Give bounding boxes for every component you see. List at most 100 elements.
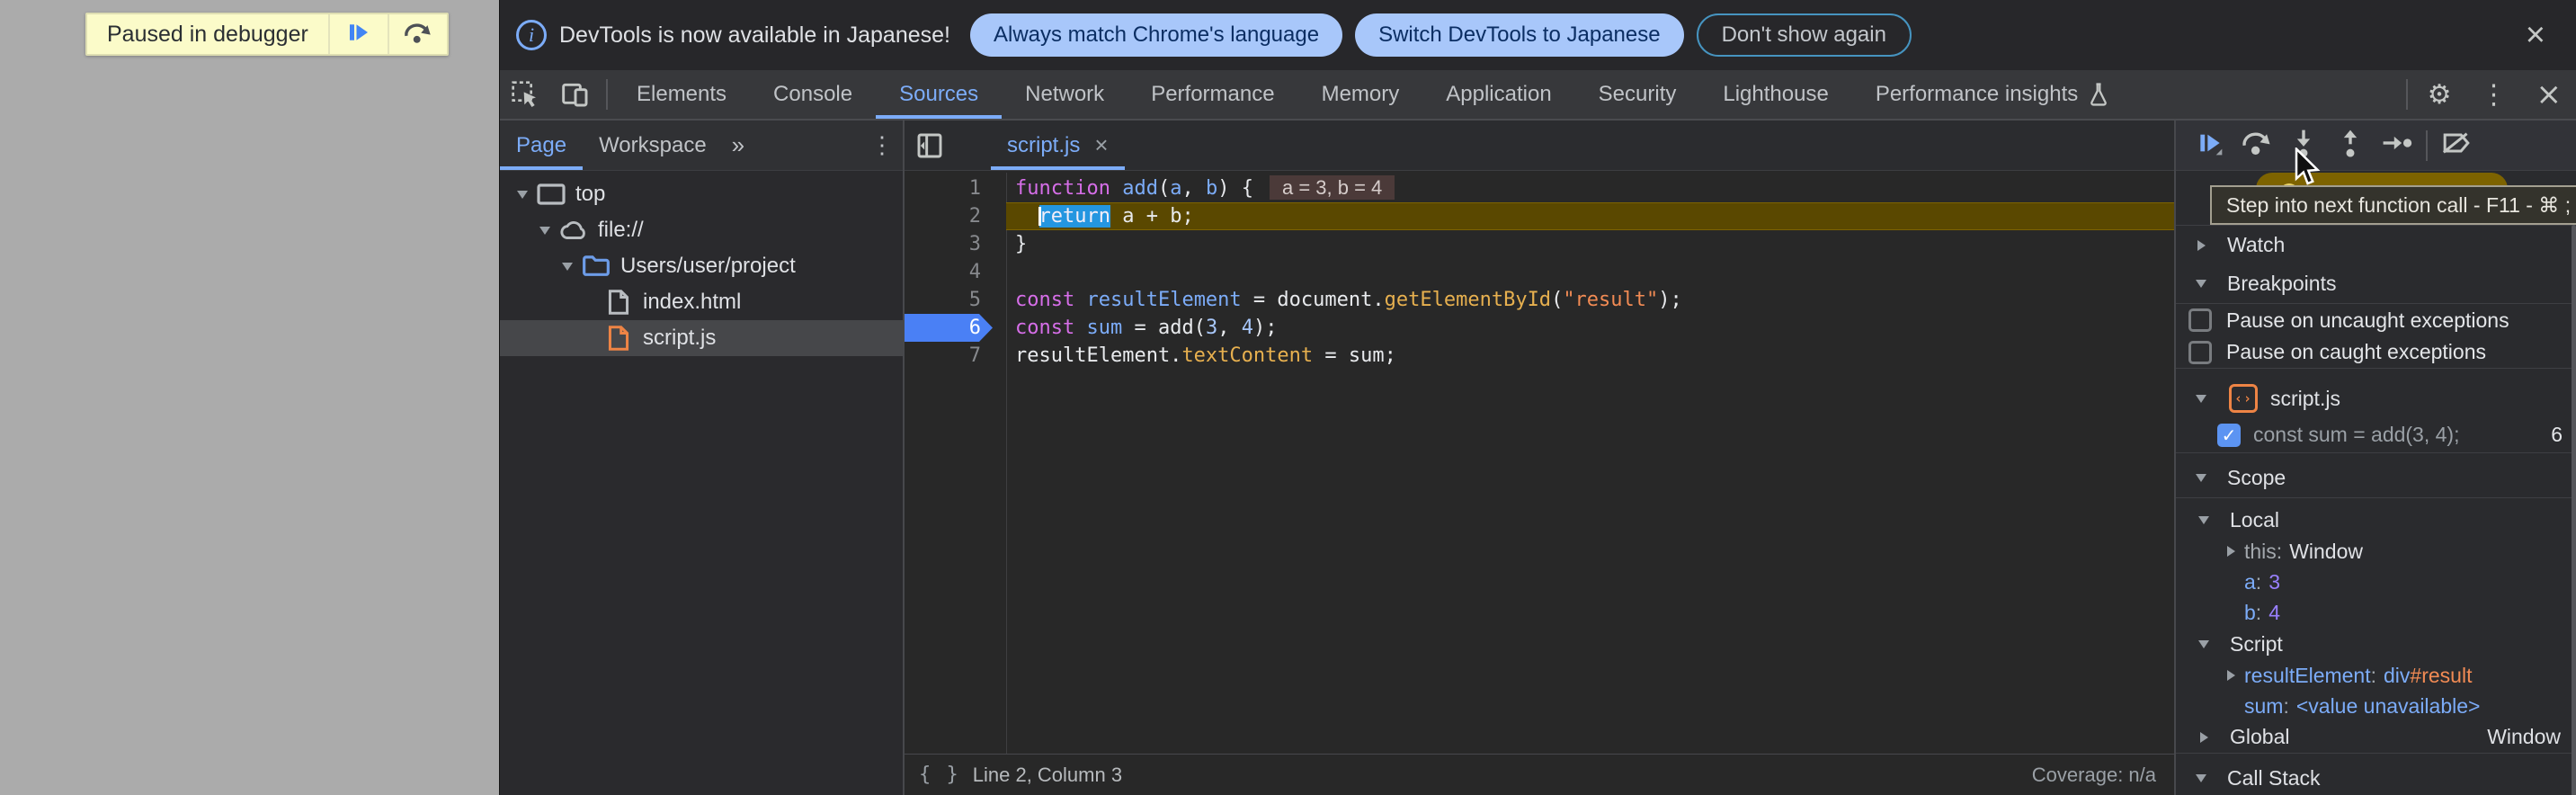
pretty-print-icon[interactable]: { } — [919, 764, 960, 786]
code-line-3[interactable]: 3} — [905, 230, 2174, 258]
always-match-language-button[interactable]: Always match Chrome's language — [970, 13, 1342, 57]
step-over-button[interactable] — [388, 14, 447, 54]
step-over-button[interactable] — [2233, 124, 2280, 167]
checkbox-row-pause-on-uncaught-exceptions[interactable]: Pause on uncaught exceptions — [2176, 304, 2576, 336]
tab-performance[interactable]: Performance — [1128, 70, 1297, 119]
code-editor[interactable]: 1function add(a, b) {a = 3, b = 42 retur… — [905, 173, 2174, 754]
code-text: resultElement.textContent = sum; — [1006, 342, 2174, 370]
tab-sources[interactable]: Sources — [876, 70, 1002, 119]
code-line-4[interactable]: 4 — [905, 258, 2174, 286]
step-into-tooltip: Step into next function call - F11 - ⌘ ; — [2210, 185, 2576, 225]
code-line-6[interactable]: 6const sum = add(3, 4); — [905, 314, 2174, 342]
resume-script-button[interactable] — [328, 14, 388, 54]
code-text: } — [1006, 230, 2174, 258]
section-scope[interactable]: Scope — [2176, 459, 2576, 498]
section-call-stack[interactable]: Call Stack — [2176, 758, 2576, 795]
scope-var-resultElement[interactable]: resultElement:div#result — [2176, 660, 2576, 691]
toggle-navigator-icon[interactable] — [905, 122, 955, 169]
tree-item-file-[interactable]: file:// — [500, 212, 903, 248]
scope-group-arrow[interactable] — [2190, 732, 2217, 743]
tab-workspace[interactable]: Workspace — [583, 121, 723, 170]
expand-arrow[interactable] — [533, 227, 557, 235]
step-button[interactable] — [2374, 124, 2420, 167]
resume-button[interactable] — [2187, 124, 2233, 167]
tab-elements[interactable]: Elements — [613, 70, 750, 119]
tab-lighthouse[interactable]: Lighthouse — [1699, 70, 1851, 119]
line-number[interactable]: 2 — [905, 202, 1006, 230]
tab-page[interactable]: Page — [500, 121, 583, 170]
var-expand-arrow[interactable] — [2217, 670, 2244, 681]
code-line-1[interactable]: 1function add(a, b) {a = 3, b = 4 — [905, 174, 2174, 202]
line-number[interactable]: 5 — [905, 286, 1006, 314]
var-colon: : — [2256, 570, 2261, 594]
var-expand-arrow[interactable] — [2217, 546, 2244, 557]
code-line-2[interactable]: 2 return a + b; — [905, 202, 2174, 230]
navigator-menu-icon[interactable]: ⋮ — [861, 131, 903, 159]
chevron-right-icon — [2197, 240, 2206, 251]
inspect-element-icon[interactable] — [500, 71, 550, 118]
deactivate-breakpoints-button[interactable] — [2433, 124, 2480, 167]
device-toolbar-icon[interactable] — [550, 71, 601, 118]
tree-item-users-user-project[interactable]: Users/user/project — [500, 248, 903, 284]
line-number[interactable]: 3 — [905, 230, 1006, 258]
tab-application[interactable]: Application — [1422, 70, 1574, 119]
expand-arrow[interactable] — [511, 191, 534, 199]
checkbox[interactable] — [2188, 341, 2212, 364]
tab-close-icon[interactable]: × — [1094, 131, 1108, 159]
settings-gear-icon[interactable]: ⚙ — [2413, 79, 2466, 111]
step-out-button[interactable] — [2327, 124, 2374, 167]
tree-item-top[interactable]: top — [500, 176, 903, 212]
section-watch[interactable]: Watch — [2176, 225, 2576, 264]
more-options-icon[interactable]: ⋮ — [2466, 79, 2522, 111]
scope-group-value: Window — [2487, 725, 2576, 749]
tab-overflow-icon[interactable]: » — [723, 131, 753, 159]
scope-group-arrow[interactable] — [2190, 640, 2217, 648]
code-token: "result" — [1563, 289, 1658, 311]
checkbox[interactable] — [2188, 308, 2212, 332]
checkbox-row-pause-on-caught-exceptions[interactable]: Pause on caught exceptions — [2176, 336, 2576, 369]
code-line-5[interactable]: 5const resultElement = document.getEleme… — [905, 286, 2174, 314]
tree-item-index-html[interactable]: index.html — [500, 284, 903, 320]
group-arrow[interactable] — [2188, 395, 2215, 403]
code-token: , — [1217, 317, 1242, 339]
section-arrow[interactable] — [2188, 240, 2215, 251]
code-token: ( — [1551, 289, 1563, 311]
section-arrow[interactable] — [2188, 280, 2215, 288]
scope-group-global[interactable]: GlobalWindow — [2176, 721, 2576, 754]
editor-tab-scriptjs[interactable]: script.js × — [991, 121, 1125, 170]
scope-group-script[interactable]: Script — [2176, 628, 2576, 660]
section-breakpoints[interactable]: Breakpoints — [2176, 264, 2576, 304]
dont-show-again-button[interactable]: Don't show again — [1697, 13, 1912, 57]
notification-close-icon[interactable]: × — [2511, 18, 2560, 52]
switch-devtools-japanese-button[interactable]: Switch DevTools to Japanese — [1355, 13, 1684, 57]
tab-security[interactable]: Security — [1575, 70, 1700, 119]
sidebar-scrollbar[interactable] — [2572, 225, 2576, 795]
scope-var-a[interactable]: a:3 — [2176, 567, 2576, 597]
line-number[interactable]: 1 — [905, 174, 1006, 202]
expand-arrow[interactable] — [556, 263, 579, 271]
tree-item-label: file:// — [598, 218, 644, 243]
breakpoint-group-script.js[interactable]: ‹›script.js — [2176, 380, 2576, 417]
section-arrow[interactable] — [2188, 774, 2215, 782]
var-value: <value unavailable> — [2296, 694, 2481, 719]
scope-group-local[interactable]: Local — [2176, 504, 2576, 536]
tab-memory[interactable]: Memory — [1298, 70, 1423, 119]
tab-performance-insights[interactable]: Performance insights — [1852, 70, 2134, 119]
devtools-close-icon[interactable]: × — [2522, 76, 2576, 112]
var-value-tag: div — [2384, 664, 2410, 688]
tab-console[interactable]: Console — [750, 70, 876, 119]
toolbar-divider — [606, 79, 608, 110]
code-line-7[interactable]: 7resultElement.textContent = sum; — [905, 342, 2174, 370]
scope-var-sum[interactable]: sum:<value unavailable> — [2176, 691, 2576, 721]
line-number[interactable]: 4 — [905, 258, 1006, 286]
scope-group-arrow[interactable] — [2190, 516, 2217, 524]
breakpoint-checkbox[interactable]: ✓ — [2217, 424, 2241, 447]
line-number[interactable]: 7 — [905, 342, 1006, 370]
breakpoint-line-number[interactable]: 6 — [905, 314, 1006, 342]
tree-item-script-js[interactable]: script.js — [500, 320, 903, 356]
tab-network[interactable]: Network — [1002, 70, 1128, 119]
breakpoint-entry[interactable]: ✓const sum = add(3, 4);6 — [2176, 417, 2576, 453]
scope-var-b[interactable]: b:4 — [2176, 597, 2576, 628]
scope-var-this[interactable]: this:Window — [2176, 536, 2576, 567]
section-arrow[interactable] — [2188, 474, 2215, 482]
